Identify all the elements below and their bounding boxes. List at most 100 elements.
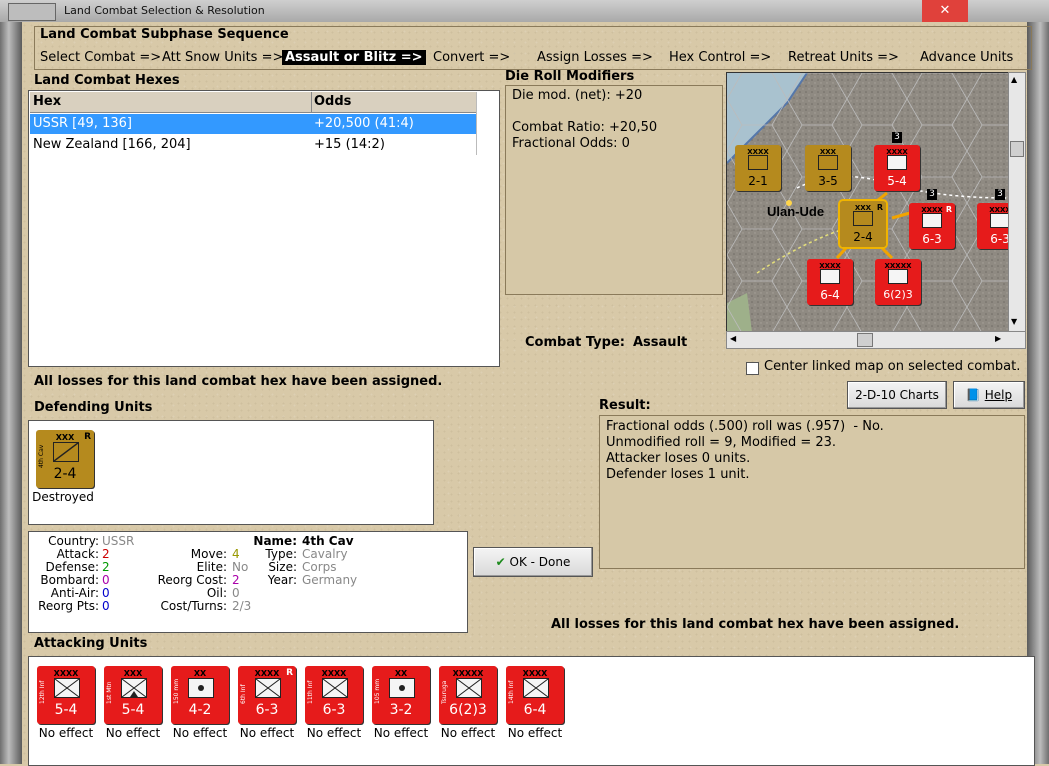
unit-status: No effect bbox=[38, 726, 94, 740]
ok-done-button[interactable]: ✔ OK - Done bbox=[473, 547, 593, 577]
attack-value: 2 bbox=[102, 547, 110, 561]
unit-status: No effect bbox=[172, 726, 228, 740]
artillery-symbol-icon bbox=[389, 678, 415, 698]
linked-map[interactable]: Ulan-Ude XXXX 2-1 XXX 3-5 XXXX 5-4 3 XXX… bbox=[726, 72, 1010, 333]
drm-title: Die Roll Modifiers bbox=[505, 69, 635, 84]
costturns-value: 2/3 bbox=[232, 599, 252, 613]
unit-counter[interactable]: XXXX R 6th Inf 6-3 bbox=[238, 666, 296, 724]
step-att-snow-units: Att Snow Units => bbox=[162, 50, 284, 65]
scroll-thumb[interactable] bbox=[1010, 141, 1024, 157]
unit-status: No effect bbox=[440, 726, 496, 740]
map-counter[interactable]: XXXX 5-4 bbox=[874, 145, 920, 191]
unit-counter[interactable]: XX 150 mm 4-2 bbox=[171, 666, 229, 724]
table-row[interactable]: New Zealand [166, 204] +15 (14:2) bbox=[30, 135, 476, 155]
map-horizontal-scrollbar[interactable]: ◀ ▶ bbox=[726, 331, 1026, 349]
unit-size-value: Corps bbox=[302, 560, 337, 574]
map-counter[interactable]: XXXX R 6-3 bbox=[909, 203, 955, 249]
stack-count: 3 bbox=[892, 132, 902, 143]
bombard-value: 0 bbox=[102, 573, 110, 587]
cavalry-symbol-icon bbox=[53, 442, 79, 462]
unit-type-value: Cavalry bbox=[302, 547, 348, 561]
step-assign-losses: Assign Losses => bbox=[537, 50, 653, 65]
unit-status: No effect bbox=[507, 726, 563, 740]
scroll-thumb[interactable] bbox=[857, 333, 873, 347]
map-counter[interactable]: XXXX 2-1 bbox=[735, 145, 781, 191]
table-row[interactable]: USSR [49, 136] +20,500 (41:4) bbox=[30, 114, 476, 134]
column-header-hex[interactable]: Hex bbox=[33, 94, 61, 109]
unit-name-value: 4th Cav bbox=[302, 534, 354, 548]
column-header-odds[interactable]: Odds bbox=[314, 94, 351, 109]
step-hex-control: Hex Control => bbox=[669, 50, 772, 65]
close-icon: ✕ bbox=[939, 3, 951, 18]
move-value: 4 bbox=[232, 547, 240, 561]
scroll-right-icon[interactable]: ▶ bbox=[995, 334, 1001, 343]
window-title: Land Combat Selection & Resolution bbox=[64, 4, 265, 17]
stack-count: 3 bbox=[927, 189, 937, 200]
infantry-symbol-icon bbox=[523, 678, 549, 698]
map-counter[interactable]: XXXX 6-3 bbox=[977, 203, 1009, 249]
map-city-label: Ulan-Ude bbox=[767, 204, 824, 219]
center-map-checkbox[interactable] bbox=[746, 362, 759, 375]
result-title: Result: bbox=[599, 398, 651, 413]
map-vertical-scrollbar[interactable]: ▲ ▼ bbox=[1008, 72, 1026, 333]
unit-status: No effect bbox=[306, 726, 362, 740]
mountain-infantry-symbol-icon bbox=[121, 678, 147, 698]
scroll-up-icon[interactable]: ▲ bbox=[1011, 75, 1017, 84]
charts-button[interactable]: 2-D-10 Charts bbox=[847, 381, 947, 409]
system-menu-icon[interactable] bbox=[8, 3, 56, 21]
hex-table-header bbox=[30, 92, 476, 113]
oil-value: 0 bbox=[232, 586, 240, 600]
elite-value: No bbox=[232, 560, 249, 574]
scroll-left-icon[interactable]: ◀ bbox=[730, 334, 736, 343]
step-retreat-units: Retreat Units => bbox=[788, 50, 899, 65]
antiair-value: 0 bbox=[102, 586, 110, 600]
unit-counter[interactable]: XXX 1st Mtn 5-4 bbox=[104, 666, 162, 724]
unit-status: Destroyed bbox=[32, 490, 94, 504]
unit-counter[interactable]: XXXX 12th Inf 5-4 bbox=[37, 666, 95, 724]
map-counter[interactable]: XXX 3-5 bbox=[805, 145, 851, 191]
map-counter-selected[interactable]: XXX R 2-4 bbox=[838, 199, 888, 249]
unit-status: No effect bbox=[239, 726, 295, 740]
checkmark-icon: ✔ bbox=[495, 555, 506, 569]
step-assault-or-blitz: Assault or Blitz => bbox=[282, 50, 426, 65]
center-map-label: Center linked map on selected combat. bbox=[764, 359, 1021, 374]
column-divider bbox=[311, 92, 312, 112]
attacking-title: Attacking Units bbox=[34, 636, 148, 651]
odds-cell: +15 (14:2) bbox=[314, 137, 385, 152]
reorgpts-value: 0 bbox=[102, 599, 110, 613]
step-select-combat: Select Combat => bbox=[40, 50, 162, 65]
losses-message: All losses for this land combat hex have… bbox=[551, 617, 960, 632]
table-edge bbox=[476, 92, 477, 155]
losses-message: All losses for this land combat hex have… bbox=[34, 374, 443, 389]
odds-cell: +20,500 (41:4) bbox=[314, 116, 414, 131]
drm-text: Die mod. (net): +20 Combat Ratio: +20,50… bbox=[512, 88, 658, 151]
unit-counter[interactable]: XXXXX Tsuruga 6(2)3 bbox=[439, 666, 497, 724]
unit-counter[interactable]: XXXX 11th Inf 6-3 bbox=[305, 666, 363, 724]
hex-cell: USSR [49, 136] bbox=[33, 116, 132, 131]
unit-counter[interactable]: XXX R 4th Cav 2-4 bbox=[36, 430, 94, 488]
map-counter[interactable]: XXXXX 6(2)3 bbox=[875, 259, 921, 305]
combat-type-label: Combat Type: bbox=[525, 335, 625, 350]
step-convert: Convert => bbox=[433, 50, 511, 65]
combat-type-value: Assault bbox=[633, 335, 688, 350]
infantry-symbol-icon bbox=[54, 678, 80, 698]
infantry-symbol-icon bbox=[255, 678, 281, 698]
help-book-icon: 📘 bbox=[965, 388, 981, 402]
subphase-title: Land Combat Subphase Sequence bbox=[40, 27, 289, 42]
stack-count: 3 bbox=[995, 189, 1005, 200]
result-text: Fractional odds (.500) roll was (.957) -… bbox=[606, 419, 884, 482]
scroll-down-icon[interactable]: ▼ bbox=[1011, 317, 1017, 326]
frame-border-left bbox=[0, 22, 22, 764]
hex-cell: New Zealand [166, 204] bbox=[33, 137, 191, 152]
country-value: USSR bbox=[102, 534, 135, 548]
frame-border-right bbox=[1027, 22, 1049, 764]
help-button[interactable]: 📘 Help bbox=[953, 381, 1025, 409]
map-counter[interactable]: XXXX 6-4 bbox=[807, 259, 853, 305]
unit-status: No effect bbox=[105, 726, 161, 740]
defending-title: Defending Units bbox=[34, 400, 153, 415]
close-button[interactable]: ✕ bbox=[922, 0, 968, 22]
unit-year-value: Germany bbox=[302, 573, 358, 587]
unit-counter[interactable]: XX 105 mm 3-2 bbox=[372, 666, 430, 724]
step-advance-units: Advance Units bbox=[920, 50, 1014, 65]
unit-counter[interactable]: XXXX 14th Inf 6-4 bbox=[506, 666, 564, 724]
